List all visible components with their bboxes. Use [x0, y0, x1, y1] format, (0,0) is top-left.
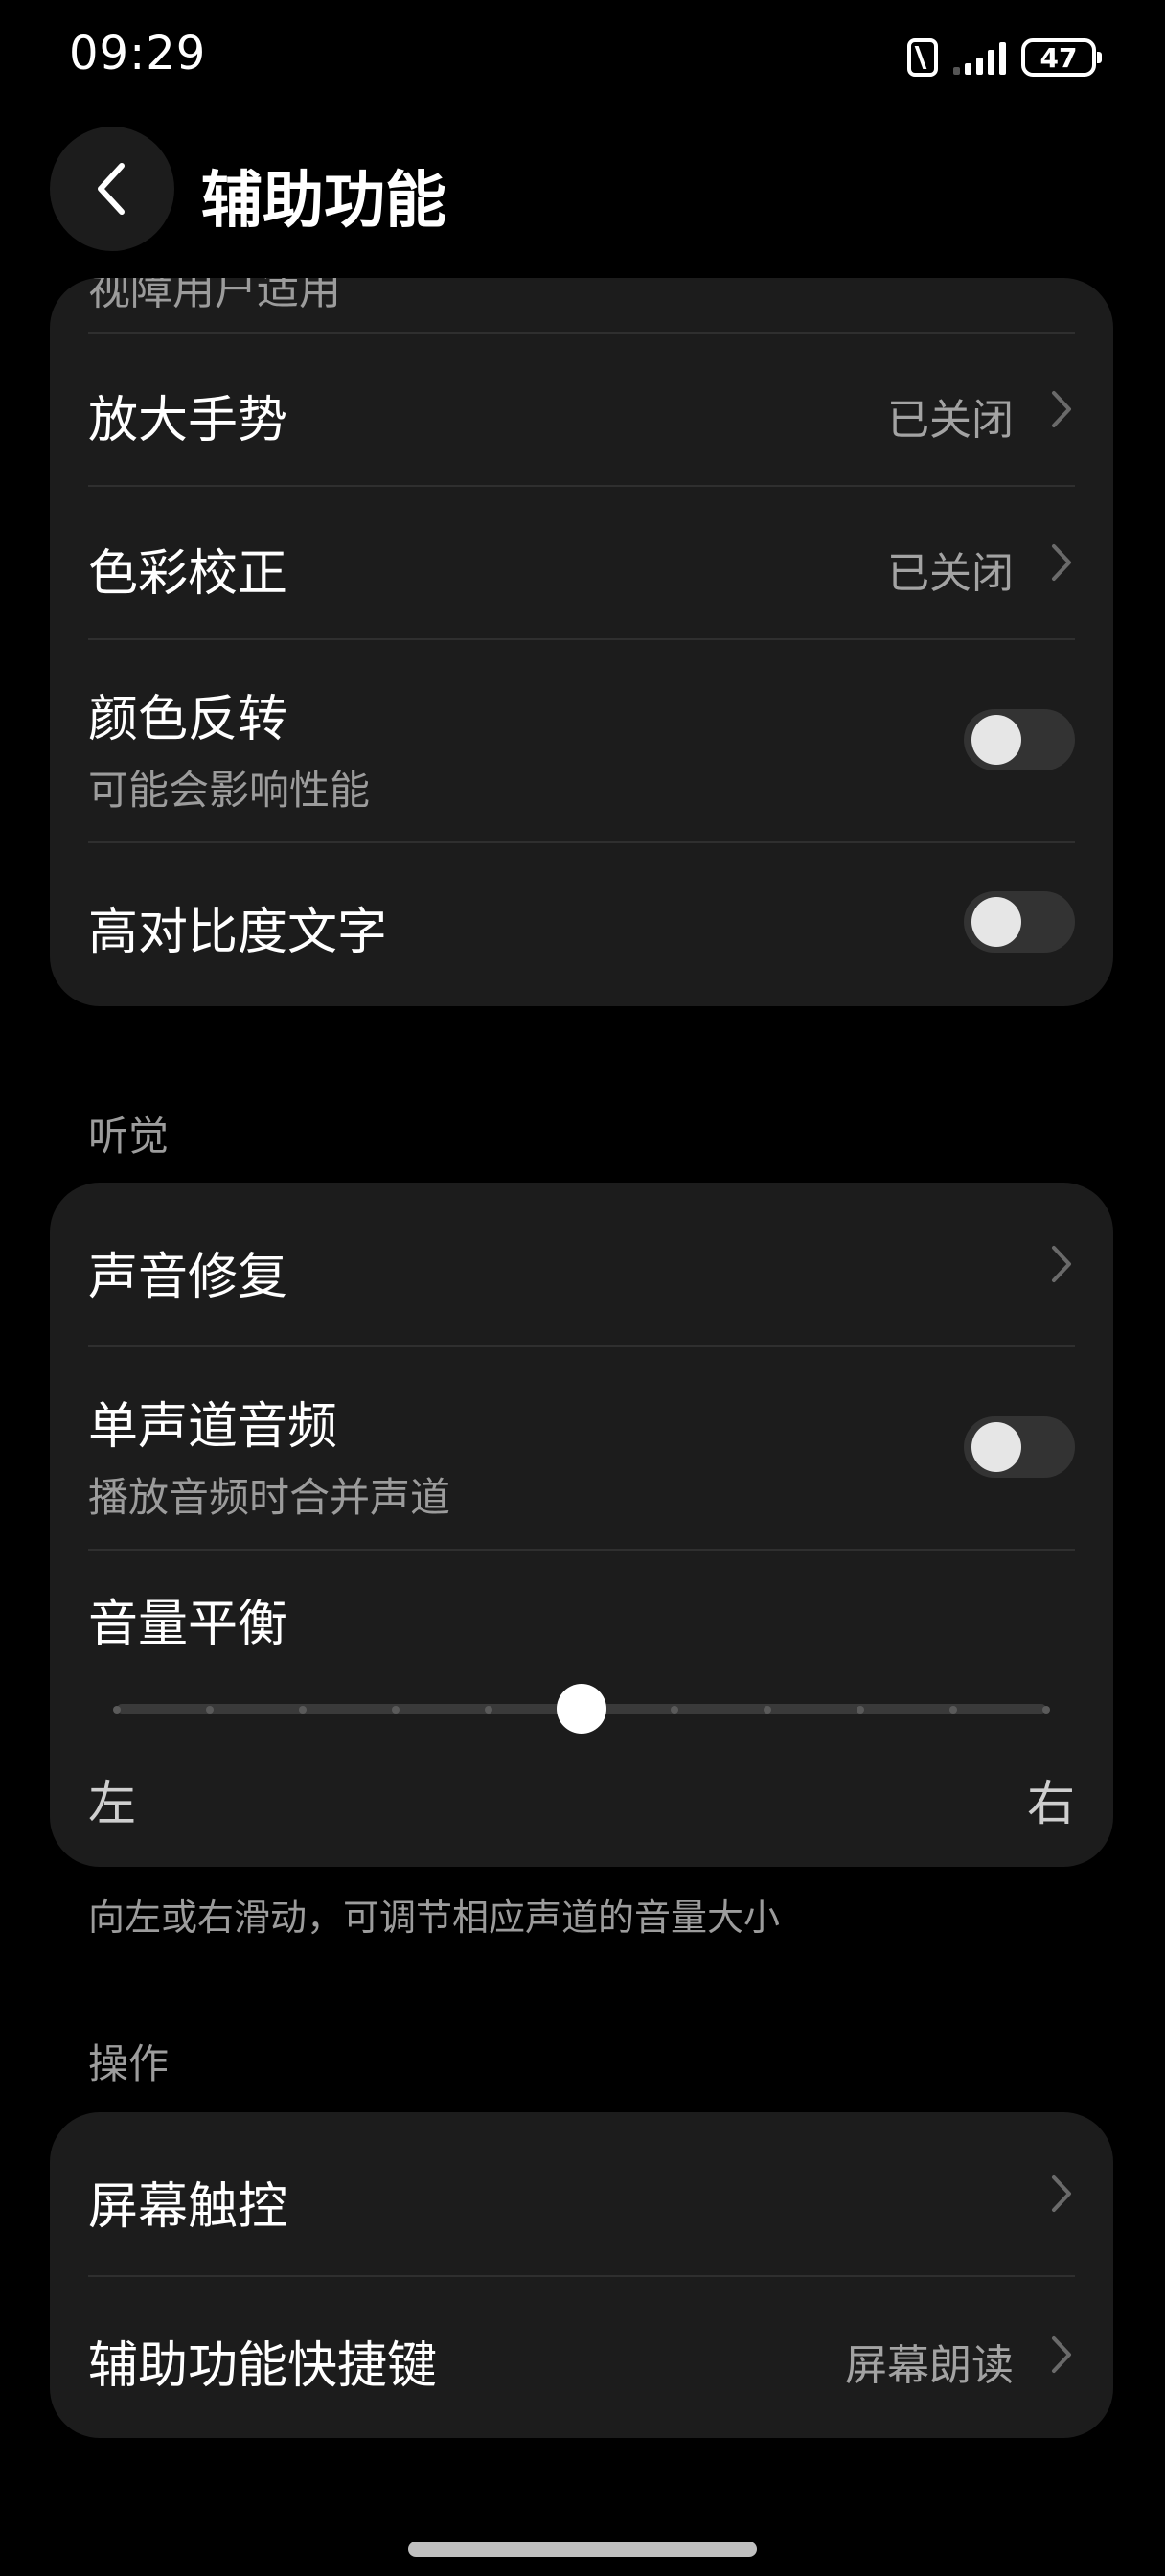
color-correction-row[interactable]: 色彩校正 已关闭: [88, 485, 1075, 638]
magnification-gesture-row[interactable]: 放大手势 已关闭: [88, 332, 1075, 485]
slider-tick: [764, 1706, 771, 1714]
section-label-operation: 操作: [88, 2040, 170, 2087]
battery-level: 47: [1039, 41, 1078, 74]
toggle-knob: [971, 897, 1021, 947]
slider-tick: [113, 1706, 121, 1714]
row-value: 已关闭: [887, 549, 1014, 598]
row-label: 辅助功能快捷键: [88, 2337, 438, 2395]
operation-card: 屏幕触控 辅助功能快捷键 屏幕朗读: [50, 2112, 1113, 2438]
slider-tick: [671, 1706, 678, 1714]
toggle-knob: [971, 715, 1021, 765]
home-indicator[interactable]: [408, 2542, 757, 2557]
toggle-knob: [971, 1422, 1021, 1472]
chevron-right-icon: [1052, 2175, 1071, 2212]
nfc-icon: [907, 38, 938, 77]
slider-left-label: 左: [88, 1776, 136, 1831]
row-sublabel: 播放音频时合并声道: [88, 1474, 451, 1521]
accessibility-shortcut-row[interactable]: 辅助功能快捷键 屏幕朗读: [88, 2275, 1075, 2438]
slider-tick: [206, 1706, 214, 1714]
mono-audio-row: 单声道音频 播放音频时合并声道: [88, 1346, 1075, 1549]
volume-balance-slider[interactable]: [113, 1684, 1050, 1734]
chevron-right-icon: [1052, 391, 1071, 427]
volume-balance-row: 音量平衡 左 右: [88, 1549, 1075, 1867]
back-button[interactable]: [50, 126, 174, 251]
partial-row-label: 视障用户适用: [88, 278, 341, 314]
high-contrast-text-toggle[interactable]: [964, 891, 1075, 953]
row-value: 已关闭: [887, 396, 1014, 445]
row-label: 放大手势: [88, 392, 288, 449]
section-label-hearing: 听觉: [88, 1113, 170, 1160]
row-label: 色彩校正: [88, 545, 288, 603]
color-inversion-toggle[interactable]: [964, 709, 1075, 770]
status-icons: 47: [907, 34, 1102, 80]
high-contrast-text-row: 高对比度文字: [88, 841, 1075, 1006]
screen-touch-row[interactable]: 屏幕触控: [88, 2112, 1075, 2275]
slider-tick: [485, 1706, 492, 1714]
mono-audio-toggle[interactable]: [964, 1416, 1075, 1478]
battery-icon: 47: [1021, 38, 1102, 77]
slider-tick: [392, 1706, 400, 1714]
slider-tick: [299, 1706, 307, 1714]
chevron-left-icon: [98, 163, 125, 215]
volume-balance-hint: 向左或右滑动，可调节相应声道的音量大小: [88, 1897, 781, 1939]
slider-tick: [857, 1706, 864, 1714]
page-title: 辅助功能: [201, 166, 446, 237]
row-label: 高对比度文字: [88, 904, 388, 961]
slider-tick: [1042, 1706, 1050, 1714]
row-label: 音量平衡: [88, 1596, 288, 1653]
chevron-right-icon: [1052, 544, 1071, 581]
slider-tick: [949, 1706, 957, 1714]
chevron-right-icon: [1052, 2336, 1071, 2373]
row-label: 声音修复: [88, 1249, 288, 1306]
sound-repair-row[interactable]: 声音修复: [88, 1183, 1075, 1346]
row-sublabel: 可能会影响性能: [88, 767, 371, 814]
status-time: 09:29: [69, 27, 207, 80]
row-value: 屏幕朗读: [845, 2341, 1014, 2390]
row-label: 屏幕触控: [88, 2178, 288, 2236]
slider-thumb[interactable]: [557, 1684, 606, 1734]
hearing-card: 声音修复 单声道音频 播放音频时合并声道 音量平衡 左 右: [50, 1183, 1113, 1867]
chevron-right-icon: [1052, 1246, 1071, 1282]
color-inversion-row: 颜色反转 可能会影响性能: [88, 638, 1075, 841]
row-label: 单声道音频: [88, 1398, 338, 1456]
signal-icon: [953, 40, 1006, 75]
slider-right-label: 右: [1027, 1776, 1075, 1831]
vision-card: 视障用户适用 放大手势 已关闭 色彩校正 已关闭 颜色反转 可能会影响性能 高对…: [50, 278, 1113, 1006]
row-label: 颜色反转: [88, 691, 288, 748]
